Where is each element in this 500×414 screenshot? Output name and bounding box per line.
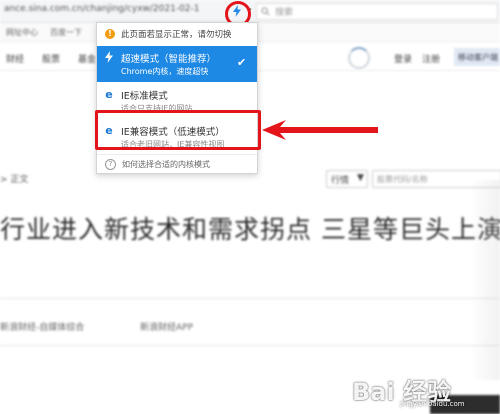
- page-shade: [470, 180, 500, 380]
- login-link[interactable]: 登录: [394, 52, 412, 65]
- menu-notice: ! 此页面若显示正常，请勿切换: [97, 23, 257, 45]
- watermark-sub: jingyan.baidu.com: [400, 400, 465, 408]
- warning-icon: !: [105, 29, 115, 39]
- menu-divider: [97, 154, 257, 155]
- divider: [0, 345, 500, 346]
- article-source[interactable]: 新浪财经-自媒体综合: [0, 320, 84, 333]
- menu-notice-label: 此页面若显示正常，请勿切换: [121, 30, 232, 40]
- register-link[interactable]: 注册: [422, 52, 440, 65]
- menu-item-subtitle: Chrome内核，速度超快: [121, 67, 209, 76]
- nav-item[interactable]: 股票: [42, 52, 60, 65]
- breadcrumb: > 正文: [0, 175, 29, 185]
- market-select-value: 行情: [331, 176, 350, 186]
- lightning-icon: [105, 51, 113, 63]
- menu-help-link[interactable]: ? 如何选择合适的内核模式: [97, 156, 257, 172]
- annotation-highlight-box: [95, 110, 261, 150]
- menu-item-title: 超速模式（智能推荐）: [121, 54, 217, 65]
- annotation-arrow-icon: [262, 120, 378, 140]
- loading-circle-icon: [348, 47, 370, 69]
- address-url[interactable]: ance.sina.com.cn/chanjing/cyxw/2021-02-1: [4, 4, 200, 14]
- article-headline: 行业进入新技术和需求拐点 三星等巨头上演: [0, 215, 500, 244]
- chevron-down-icon: ▼: [357, 173, 364, 183]
- menu-item-fast-mode[interactable]: 超速模式（智能推荐） Chrome内核，速度超快 ✔: [97, 46, 257, 82]
- app-link[interactable]: 新浪财经APP: [140, 320, 193, 333]
- mobile-client-button[interactable]: 移动客户端: [454, 48, 500, 66]
- check-icon: ✔: [237, 56, 247, 69]
- bookmark-item[interactable]: 网址中心: [6, 27, 38, 38]
- baidu-jingyan-watermark: Bai 经验 jingyan.baidu.com: [352, 372, 492, 408]
- browser-search-box[interactable]: 搜索: [256, 3, 498, 20]
- menu-help-label: 如何选择合适的内核模式: [122, 159, 210, 169]
- bookmark-item[interactable]: 百度一下: [50, 27, 82, 38]
- market-select[interactable]: 行情 ▼: [326, 170, 368, 188]
- ie-icon: e: [105, 87, 113, 101]
- divider: [0, 298, 500, 299]
- nav-item[interactable]: 财经: [6, 52, 24, 65]
- core-mode-menu: ! 此页面若显示正常，请勿切换 超速模式（智能推荐） Chrome内核，速度超快…: [96, 22, 258, 174]
- menu-item-title: IE标准模式: [121, 91, 168, 102]
- help-icon: ?: [105, 158, 116, 170]
- stock-search-placeholder: 股票代码/名称: [377, 175, 428, 184]
- browser-search-placeholder: 搜索: [275, 8, 294, 18]
- nav-item[interactable]: 基金: [78, 52, 96, 65]
- search-icon: [261, 7, 270, 16]
